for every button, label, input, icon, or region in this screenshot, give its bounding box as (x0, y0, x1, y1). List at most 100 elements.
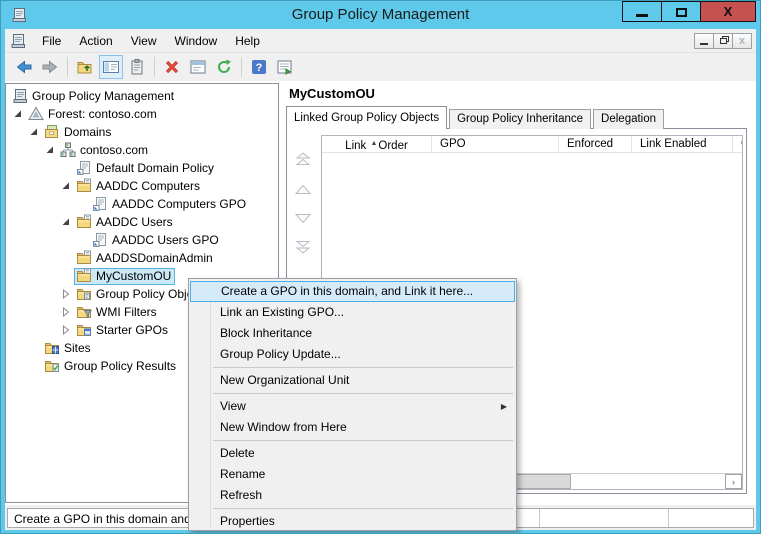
help-button[interactable]: ? (247, 55, 271, 79)
context-menu-item-refresh[interactable]: Refresh (189, 485, 516, 506)
tab-group-policy-inheritance[interactable]: Group Policy Inheritance (449, 109, 591, 129)
tree-node: Starter GPOs (74, 322, 172, 339)
tab-linked-group-policy-objects[interactable]: Linked Group Policy Objects (286, 106, 447, 129)
context-menu-item-view[interactable]: View ▶ (189, 396, 516, 417)
tree-item-label: Default Domain Policy (96, 161, 214, 175)
gpo-folder-icon (76, 286, 92, 302)
context-menu-item-group-policy-update[interactable]: Group Policy Update... (189, 344, 516, 365)
expander-spacer (26, 340, 42, 356)
up-one-level-button[interactable] (73, 55, 97, 79)
ou-icon (76, 214, 92, 230)
tree-item-forest-contoso-com[interactable]: Forest: contoso.com (6, 105, 278, 123)
export-list-icon (276, 58, 294, 76)
column-header-gpo[interactable]: GPO (432, 136, 559, 152)
move-to-top-button[interactable] (292, 151, 314, 169)
close-button[interactable]: X (700, 1, 756, 22)
menu-file[interactable]: File (33, 30, 70, 52)
tree-item-aaddc-computers[interactable]: AADDC Computers (6, 177, 278, 195)
tree-item-domains[interactable]: Domains (6, 123, 278, 141)
context-menu-separator (213, 508, 513, 509)
tree-item-aaddc-users-gpo[interactable]: AADDC Users GPO (6, 231, 278, 249)
tab-delegation[interactable]: Delegation (593, 109, 664, 129)
child-restore-button[interactable] (713, 33, 733, 49)
status-text: Create a GPO in this domain and (14, 512, 191, 526)
status-divider (539, 509, 540, 527)
menu-view[interactable]: View (122, 30, 166, 52)
tree-item-aaddc-computers-gpo[interactable]: AADDC Computers GPO (6, 195, 278, 213)
tree-item-contoso-com[interactable]: contoso.com (6, 141, 278, 159)
child-close-button[interactable]: x (732, 33, 752, 49)
maximize-button[interactable] (661, 1, 701, 22)
tree-item-default-domain-policy[interactable]: Default Domain Policy (6, 159, 278, 177)
tree-node: contoso.com (58, 142, 152, 159)
tree-collapsed-icon[interactable] (58, 286, 74, 302)
context-menu-item-label: Properties (220, 514, 275, 528)
svg-text:?: ? (256, 62, 263, 74)
context-menu-item-rename[interactable]: Rename (189, 464, 516, 485)
tree-item-group-policy-management[interactable]: Group Policy Management (6, 87, 278, 105)
export-list-button[interactable] (273, 55, 297, 79)
minimize-button[interactable] (622, 1, 662, 22)
column-header-link-enabled[interactable]: Link Enabled (632, 136, 733, 152)
minimize-icon (636, 14, 648, 17)
close-icon: x (739, 35, 745, 47)
tree-item-aaddc-users[interactable]: AADDC Users (6, 213, 278, 231)
context-menu-separator (213, 440, 513, 441)
status-divider (668, 509, 669, 527)
context-menu-separator (213, 393, 513, 394)
show-console-tree-button[interactable] (99, 55, 123, 79)
context-menu-separator (213, 367, 513, 368)
tree-item-label: Group Policy Results (64, 359, 176, 373)
menu-window[interactable]: Window (166, 30, 227, 52)
tree-node: Domains (42, 124, 115, 141)
show-console-tree-icon (102, 58, 120, 76)
back-button[interactable] (12, 55, 36, 79)
move-up-button[interactable] (292, 181, 314, 199)
scroll-right-button[interactable]: › (725, 474, 742, 489)
tree-expanded-icon[interactable] (58, 178, 74, 194)
tree-node: WMI Filters (74, 304, 161, 321)
tree-node: Default Domain Policy (74, 160, 218, 177)
column-header-g[interactable]: G (733, 136, 743, 152)
properties-window-button[interactable] (186, 55, 210, 79)
context-menu-item-create-a-gpo-in-this-domain-and-link-it-here[interactable]: Create a GPO in this domain, and Link it… (190, 281, 515, 302)
context-menu-item-link-an-existing-gpo[interactable]: Link an Existing GPO... (189, 302, 516, 323)
gpmc-console-icon (10, 33, 26, 49)
refresh-button[interactable] (212, 55, 236, 79)
delete-button[interactable] (160, 55, 184, 79)
tree-item-label: MyCustomOU (96, 269, 171, 283)
wmi-folder-icon (76, 304, 92, 320)
tree-collapsed-icon[interactable] (58, 304, 74, 320)
context-menu-item-label: Refresh (220, 488, 262, 502)
forward-button[interactable] (38, 55, 62, 79)
expander-spacer (58, 160, 74, 176)
tree-expanded-icon[interactable] (10, 106, 26, 122)
move-down-button[interactable] (292, 209, 314, 227)
tree-item-aaddsdomainadmin[interactable]: AADDSDomainAdmin (6, 249, 278, 267)
tree-expanded-icon[interactable] (42, 142, 58, 158)
submenu-arrow-icon: ▶ (501, 396, 507, 417)
move-to-bottom-button[interactable] (292, 237, 314, 255)
column-header-enforced[interactable]: Enforced (559, 136, 632, 152)
context-menu-item-new-window-from-here[interactable]: New Window from Here (189, 417, 516, 438)
context-menu-item-label: View (220, 399, 246, 413)
column-header-link-order[interactable]: Link ▲Order (322, 136, 432, 152)
clipboard-button[interactable] (125, 55, 149, 79)
sites-folder-icon (44, 340, 60, 356)
starter-folder-icon (76, 322, 92, 338)
context-menu-item-delete[interactable]: Delete (189, 443, 516, 464)
tree-item-label: AADDC Users GPO (112, 233, 219, 247)
tree-expanded-icon[interactable] (26, 124, 42, 140)
context-menu: Create a GPO in this domain, and Link it… (188, 278, 517, 531)
menu-action[interactable]: Action (70, 30, 121, 52)
context-menu-item-new-organizational-unit[interactable]: New Organizational Unit (189, 370, 516, 391)
tree-expanded-icon[interactable] (58, 214, 74, 230)
menu-help[interactable]: Help (226, 30, 269, 52)
tree-item-label: AADDSDomainAdmin (96, 251, 213, 265)
tree-item-label: Sites (64, 341, 91, 355)
tree-collapsed-icon[interactable] (58, 322, 74, 338)
child-minimize-button[interactable] (694, 33, 714, 49)
context-menu-item-block-inheritance[interactable]: Block Inheritance (189, 323, 516, 344)
tree-node: Group Policy Management (10, 88, 178, 105)
context-menu-item-properties[interactable]: Properties (189, 511, 516, 532)
